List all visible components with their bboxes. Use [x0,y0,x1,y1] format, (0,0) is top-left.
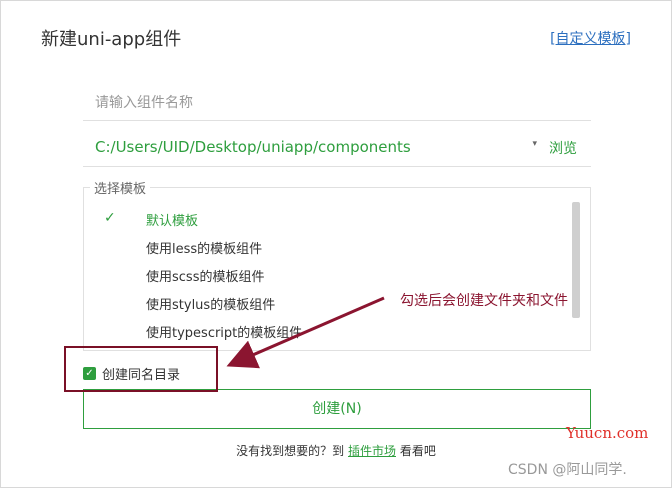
watermark-csdn: CSDN @阿山同学. [508,462,627,478]
annotation-arrow [226,296,385,369]
watermark-yuucn: Yuucn.com [566,424,649,442]
annotation-text: 勾选后会创建文件夹和文件 [400,293,568,309]
